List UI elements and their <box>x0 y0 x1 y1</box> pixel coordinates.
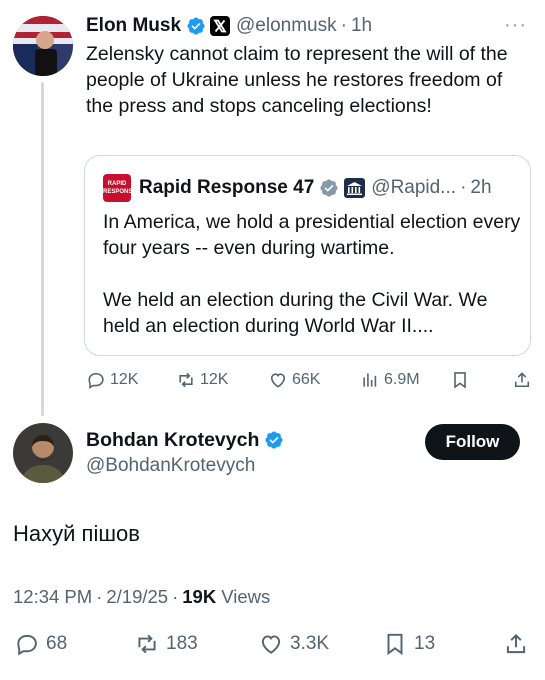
separator-dot: · <box>96 586 103 607</box>
verified-badge-icon <box>187 17 205 35</box>
like-button[interactable]: 3.3K <box>258 630 329 658</box>
repost-button[interactable]: 12K <box>176 366 228 394</box>
share-icon <box>514 372 530 388</box>
reply-author-name[interactable]: Bohdan Krotevych <box>86 429 259 452</box>
reply-author-handle[interactable]: @BohdanKrotevych <box>86 455 255 477</box>
quoted-tweet-text: In America, we hold a presidential elect… <box>103 209 523 339</box>
bookmark-icon <box>387 633 403 656</box>
government-building-icon <box>344 178 366 198</box>
reply-text: Нахуй пішов <box>13 521 140 546</box>
analytics-icon <box>363 373 377 387</box>
rapid-response-logo: RAPID RESPONSE <box>103 174 136 202</box>
reply-count: 68 <box>46 633 68 654</box>
like-count: 3.3K <box>290 633 330 654</box>
reply-views-count: 19K <box>182 586 217 607</box>
reply-icon <box>17 634 37 656</box>
quoted-tweet[interactable]: RAPID RESPONSE Rapid Response 47 @Rapid.… <box>84 155 531 356</box>
reply-button[interactable]: 68 <box>14 630 67 658</box>
share-button[interactable] <box>512 366 536 394</box>
author-name[interactable]: Elon Musk <box>86 15 181 37</box>
reply-count: 12K <box>110 371 139 388</box>
parent-tweet-header: Elon Musk @elonmusk · 1h <box>86 13 372 39</box>
more-options-icon[interactable]: ··· <box>504 14 527 37</box>
repost-icon <box>179 372 193 388</box>
follow-button[interactable]: Follow <box>425 424 520 460</box>
views-button[interactable]: 6.9M <box>360 366 420 394</box>
gray-verified-badge-icon <box>320 179 338 197</box>
separator-dot: · <box>340 15 347 36</box>
like-button[interactable]: 66K <box>268 366 320 394</box>
heart-icon <box>270 373 286 388</box>
separator-dot: · <box>460 177 467 198</box>
reply-date[interactable]: 2/19/25 <box>106 586 168 608</box>
tweet-text: Zelensky cannot claim to represent the w… <box>86 43 508 117</box>
bohdan-avatar[interactable] <box>13 423 73 483</box>
bookmark-button[interactable]: 13 <box>382 630 435 658</box>
reply-views-label: Views <box>221 586 271 607</box>
repost-count: 12K <box>200 371 229 388</box>
bookmark-count: 13 <box>414 633 436 654</box>
share-icon <box>506 633 526 654</box>
separator-dot: · <box>172 586 179 607</box>
reply-time[interactable]: 12:34 PM <box>13 586 92 608</box>
quoted-tweet-time[interactable]: 2h <box>470 177 491 199</box>
reply-author-header: Bohdan Krotevych <box>86 427 284 453</box>
reply-meta: 12:34 PM · 2/19/25 · 19K Views <box>13 586 270 608</box>
reply-icon <box>88 372 104 389</box>
quoted-author-handle[interactable]: @Rapid... <box>371 177 456 199</box>
repost-count: 183 <box>166 633 198 654</box>
elon-avatar[interactable] <box>13 16 73 76</box>
thread-connector <box>41 82 44 416</box>
reply-actions: 68 183 3.3K 13 <box>0 630 545 662</box>
like-count: 66K <box>292 371 321 388</box>
x-affiliation-icon <box>210 16 231 36</box>
parent-tweet-actions: 12K 12K 66K 6.9M <box>86 366 534 394</box>
repost-icon <box>138 634 156 654</box>
views-count: 6.9M <box>384 371 420 388</box>
tweet-time[interactable]: 1h <box>351 15 372 37</box>
quoted-tweet-header: Rapid Response 47 @Rapid... · 2h <box>139 174 492 202</box>
reply-button[interactable]: 12K <box>86 366 138 394</box>
verified-badge-icon <box>265 431 283 449</box>
bookmark-icon <box>454 372 466 389</box>
quoted-author-name[interactable]: Rapid Response 47 <box>139 177 314 199</box>
quoted-paragraph-2: We held an election during the Civil War… <box>103 289 488 337</box>
bookmark-button[interactable] <box>450 366 474 394</box>
author-handle[interactable]: @elonmusk <box>236 15 337 37</box>
quoted-paragraph-1: In America, we hold a presidential elect… <box>103 211 521 259</box>
parent-tweet: Elon Musk @elonmusk · 1h ··· Zelensky ca… <box>0 0 545 416</box>
share-button[interactable] <box>503 630 535 658</box>
heart-icon <box>261 635 281 654</box>
repost-button[interactable]: 183 <box>134 630 198 658</box>
